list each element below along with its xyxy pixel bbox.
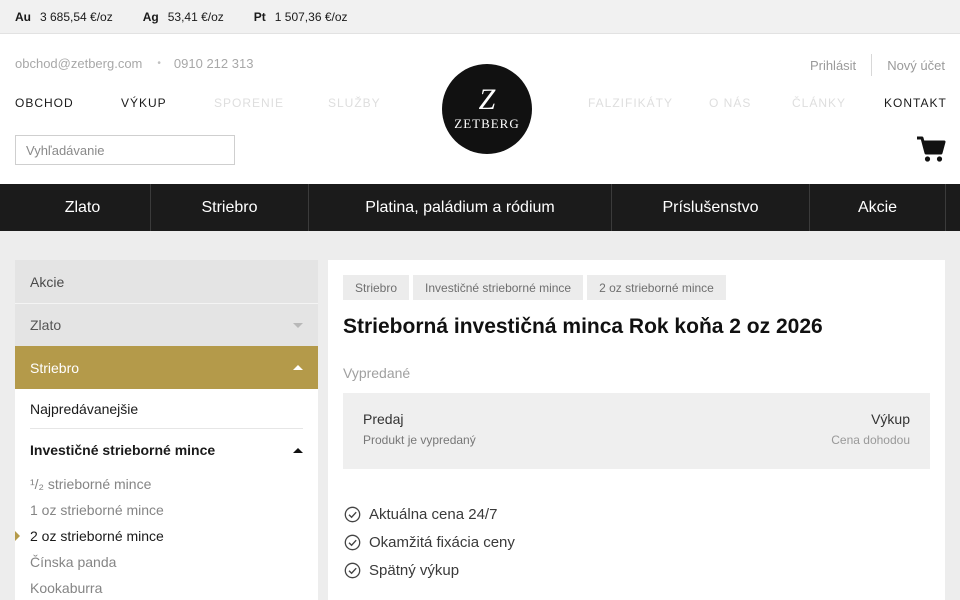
sidebar-item-label: Akcie (30, 273, 65, 290)
sidebar-item-label: Zlato (30, 317, 62, 333)
category-accessories[interactable]: Príslušenstvo (611, 184, 809, 231)
price-box: Predaj Produkt je vypredaný Výkup Cena d… (343, 393, 930, 469)
ticker-price: 3 685,54 €/oz (40, 9, 113, 24)
chevron-up-icon (293, 365, 303, 370)
nav-services[interactable]: SLUŽBY (328, 96, 381, 110)
availability-status: Vypredané (343, 365, 411, 381)
check-circle-icon (344, 534, 361, 550)
feature-label: Spätný výkup (369, 561, 460, 579)
account-links: Prihlásit Nový účet (810, 54, 945, 76)
phone-link[interactable]: 0910 212 313 (174, 56, 254, 71)
ticker-item-au: Au 3 685,54 €/oz (15, 10, 113, 24)
search-input[interactable] (15, 135, 235, 165)
sidebar-submenu: Najpredávanejšie Investičné strieborné m… (15, 389, 318, 600)
category-sales[interactable]: Akcie (809, 184, 945, 231)
sidebar-group-label: Investičné strieborné mince (30, 442, 216, 458)
logo-wordmark: ZETBERG (454, 116, 520, 131)
breadcrumb-item[interactable]: Investičné strieborné mince (413, 275, 584, 300)
nav-counterfeits[interactable]: FALZIFIKÁTY (588, 96, 673, 110)
ticker-symbol: Ag (142, 9, 159, 24)
nav-buyback[interactable]: VÝKUP (121, 96, 167, 110)
sidebar-item-gold[interactable]: Zlato (15, 303, 318, 346)
category-silver[interactable]: Striebro (150, 184, 308, 231)
nav-articles[interactable]: ČLÁNKY (792, 96, 846, 110)
page-title: Strieborná investičná minca Rok koňa 2 o… (343, 315, 823, 338)
check-circle-icon (344, 562, 361, 578)
buyback-value: Cena dohodou (831, 433, 910, 447)
sidebar-item-sales[interactable]: Akcie (15, 260, 318, 303)
chevron-up-icon (293, 447, 303, 453)
sidebar-item-label: Striebro (30, 359, 80, 376)
logo-monogram: Z (478, 83, 496, 116)
feature-item: Spätný výkup (344, 556, 515, 584)
category-sidebar: Akcie Zlato Striebro Najpredávanejšie In… (15, 260, 318, 600)
sell-value: Produkt je vypredaný (363, 433, 476, 447)
sidebar-leaf[interactable]: ¹/₂ strieborné mince (30, 471, 303, 497)
category-gold[interactable]: Zlato (15, 184, 150, 231)
feature-item: Okamžitá fixácia ceny (344, 528, 515, 556)
separator-dot: • (157, 58, 161, 69)
sidebar-leaf[interactable]: Čínska panda (30, 549, 303, 575)
breadcrumb-item[interactable]: 2 oz strieborné mince (587, 275, 726, 300)
breadcrumb: Striebro Investičné strieborné mince 2 o… (343, 275, 730, 300)
chevron-down-icon (293, 322, 303, 328)
nav-shop[interactable]: OBCHOD (15, 96, 74, 110)
email-link[interactable]: obchod@zetberg.com (15, 56, 142, 71)
ticker-item-pt: Pt 1 507,36 €/oz (254, 10, 348, 24)
ticker-price: 53,41 €/oz (167, 9, 224, 24)
check-circle-icon (344, 506, 361, 522)
sidebar-leaf[interactable]: 1 oz strieborné mince (30, 497, 303, 523)
feature-item: Aktuálna cena 24/7 (344, 500, 515, 528)
sidebar-item-silver[interactable]: Striebro (15, 346, 318, 389)
nav-about[interactable]: O NÁS (709, 96, 751, 110)
current-item-marker-icon (15, 531, 20, 541)
contact-info: obchod@zetberg.com • 0910 212 313 (15, 56, 253, 71)
ticker-item-ag: Ag 53,41 €/oz (143, 10, 224, 24)
feature-list: Aktuálna cena 24/7 Okamžitá fixácia ceny… (344, 500, 515, 584)
ticker-symbol: Au (15, 9, 31, 24)
nav-savings[interactable]: SPORENIE (214, 96, 284, 110)
sell-label: Predaj (363, 411, 404, 427)
category-divider (945, 184, 946, 231)
login-link[interactable]: Prihlásit (810, 58, 856, 73)
zetberg-logo[interactable]: Z ZETBERG (442, 64, 532, 154)
sidebar-bestsellers[interactable]: Najpredávanejšie (30, 389, 303, 429)
ticker-price: 1 507,36 €/oz (274, 9, 348, 24)
sidebar-leaf[interactable]: Kookaburra (30, 575, 303, 600)
feature-label: Okamžitá fixácia ceny (369, 533, 515, 551)
account-divider (871, 54, 873, 76)
product-panel: Striebro Investičné strieborné mince 2 o… (328, 260, 945, 600)
buyback-label: Výkup (871, 411, 910, 427)
breadcrumb-item[interactable]: Striebro (343, 275, 410, 300)
feature-label: Aktuálna cena 24/7 (369, 505, 498, 523)
site-header: obchod@zetberg.com • 0910 212 313 Prihlá… (0, 34, 960, 184)
price-ticker: Au 3 685,54 €/oz Ag 53,41 €/oz Pt 1 507,… (0, 0, 960, 34)
nav-contact[interactable]: KONTAKT (884, 96, 947, 110)
ticker-symbol: Pt (253, 9, 266, 24)
sidebar-leaf-current[interactable]: 2 oz strieborné mince (15, 523, 303, 549)
shopping-cart-icon[interactable] (916, 134, 946, 164)
register-link[interactable]: Nový účet (887, 58, 945, 73)
sidebar-group-investment-silver-coins[interactable]: Investičné strieborné mince (30, 429, 303, 471)
sidebar-leaf-label: 2 oz strieborné mince (30, 528, 164, 544)
category-bar: Zlato Striebro Platina, paládium a ródiu… (0, 184, 960, 231)
category-platinum[interactable]: Platina, paládium a ródium (308, 184, 611, 231)
